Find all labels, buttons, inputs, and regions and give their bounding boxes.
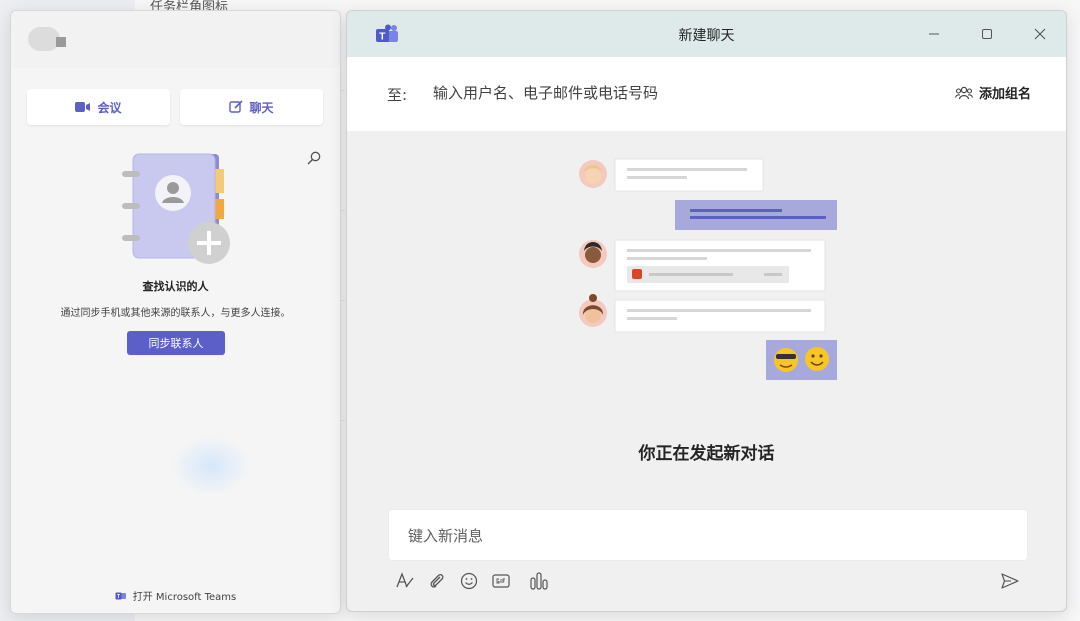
search-icon[interactable] [306,150,322,166]
emoji-button[interactable] [458,570,480,592]
title-bar: T 新建聊天 [347,11,1066,57]
svg-text:T: T [117,594,120,600]
teams-logo-icon: T [115,592,126,600]
minimize-icon [929,33,939,35]
video-icon [75,102,91,112]
chat-button[interactable]: 聊天 [180,89,323,125]
maximize-button[interactable] [972,21,1002,47]
maximize-icon [982,29,992,39]
format-button[interactable] [394,570,416,592]
chat-label: 聊天 [249,100,274,115]
sync-contacts-button[interactable]: 同步联系人 [127,331,225,355]
find-people-title: 查找认识的人 [142,280,209,293]
attach-icon [430,574,444,588]
meeting-label: 会议 [97,100,122,115]
to-label: 至: [387,86,408,104]
close-icon [1034,28,1046,40]
compose-box [388,509,1028,561]
conversation-illustration [579,158,837,380]
send-icon [1001,573,1019,589]
add-group-label: 添加组名 [979,87,1032,102]
chat-flyout-panel: 会议 聊天 查找认识的人 通过同步手机或其他来源的联系人，与更多人连接。 同步联… [10,10,341,614]
close-button[interactable] [1025,21,1055,47]
cursor-glow [171,436,251,496]
poll-icon [530,572,548,590]
recipient-row: 至: 添加组名 [347,57,1066,131]
message-input[interactable] [408,522,1008,550]
window-title: 新建聊天 [678,28,735,44]
format-icon [396,572,414,588]
send-button[interactable] [999,570,1021,592]
poll-button[interactable] [528,570,550,592]
compose-icon [229,100,244,113]
minimize-button[interactable] [919,21,949,47]
find-people-description: 通过同步手机或其他来源的联系人，与更多人连接。 [60,308,291,319]
recipient-input[interactable] [433,79,853,107]
new-chat-window: T 新建聊天 至: 添加组名 [346,10,1067,612]
emoji-icon [460,572,478,590]
meeting-button[interactable]: 会议 [27,89,170,125]
gif-icon [492,574,510,588]
contacts-illustration [122,153,230,264]
add-group-name-button[interactable]: 添加组名 [955,83,1031,102]
gif-button[interactable] [490,570,512,592]
presence-indicator [56,37,66,47]
flyout-header [11,11,340,68]
people-add-icon [955,86,973,99]
open-teams-label: 打开 Microsoft Teams [132,592,237,603]
new-conversation-heading: 你正在发起新对话 [638,444,775,464]
open-teams-link[interactable]: T 打开 Microsoft Teams [11,588,340,603]
attach-button[interactable] [426,570,448,592]
